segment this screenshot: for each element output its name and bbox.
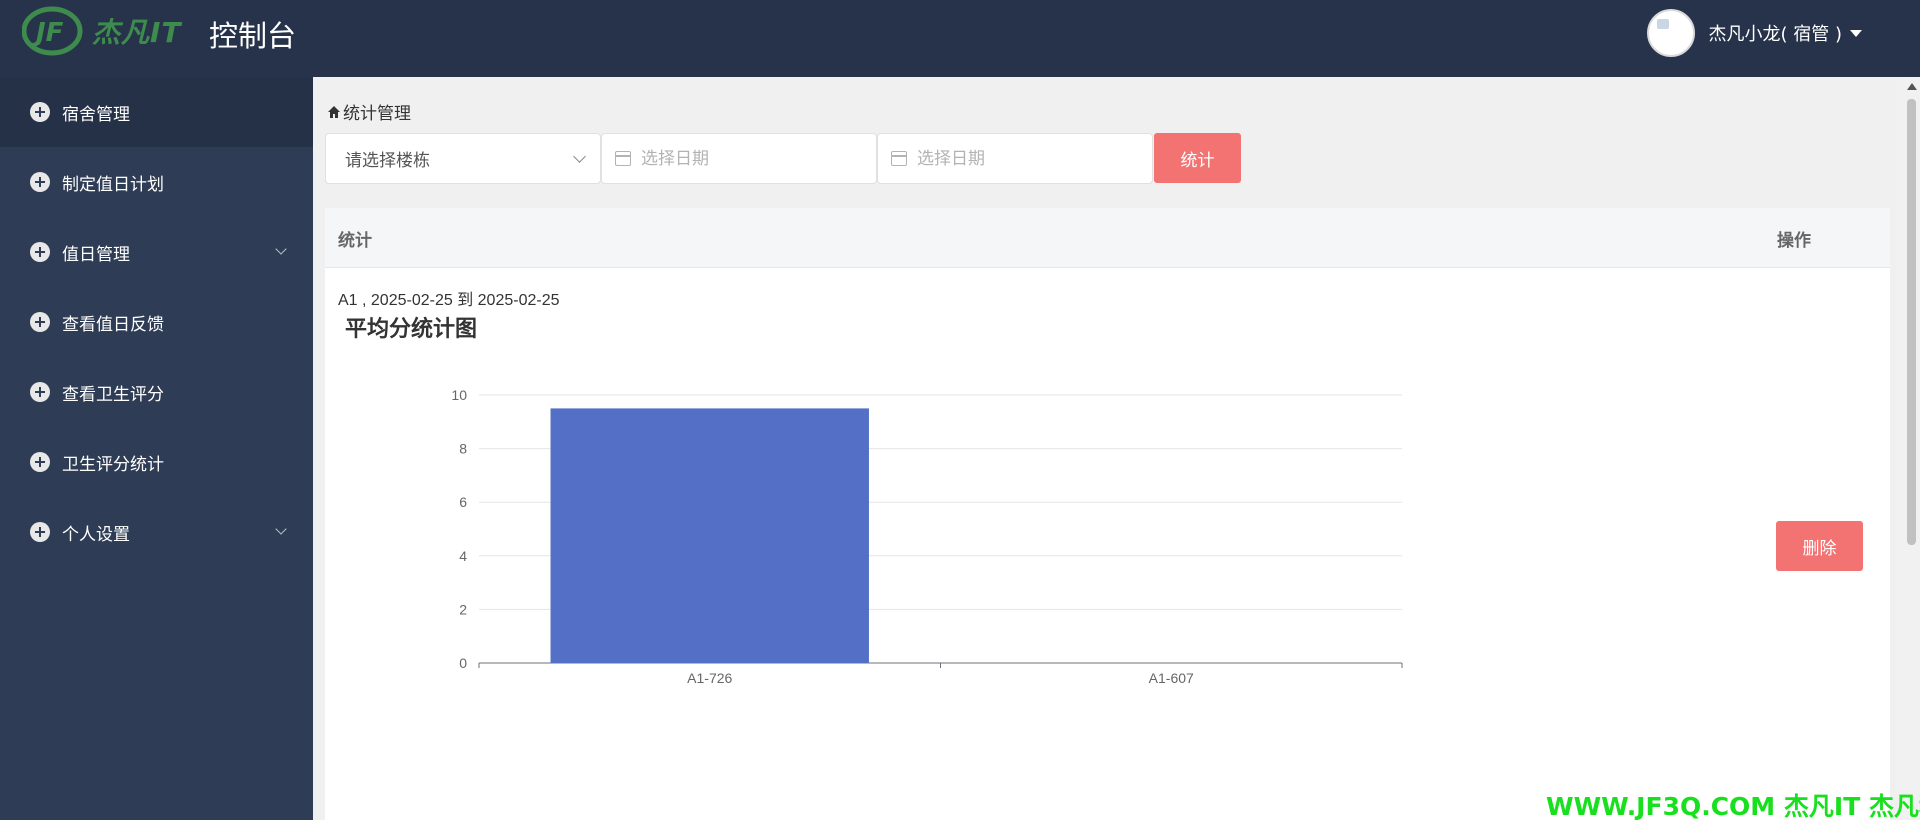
sidebar-item-label: 制定值日计划: [62, 174, 164, 195]
sidebar-item-label: 卫生评分统计: [62, 454, 164, 475]
chevron-down-icon: [573, 150, 586, 163]
user-name[interactable]: 杰凡小龙( 宿管 ): [1709, 20, 1843, 46]
plus-circle-icon: [30, 172, 50, 192]
sidebar-item-hygiene-stats[interactable]: 卫生评分统计: [0, 427, 313, 497]
scroll-up-icon[interactable]: [1907, 83, 1917, 90]
x-tick-label: A1-607: [1149, 670, 1194, 686]
sidebar: 宿舍管理 制定值日计划 值日管理 查看值日反馈 查看卫生评分 卫生评分统计 个人…: [0, 77, 313, 820]
sidebar-item-duty-feedback[interactable]: 查看值日反馈: [0, 287, 313, 357]
y-tick-label: 10: [451, 387, 467, 403]
chevron-down-icon: [275, 243, 287, 255]
watermark-text: WWW.JF3Q.COM 杰凡IT 杰凡科技: [1546, 792, 1920, 820]
sidebar-item-duty-plan[interactable]: 制定值日计划: [0, 147, 313, 217]
y-tick-label: 8: [459, 441, 467, 457]
statistics-button[interactable]: 统计: [1154, 133, 1241, 183]
plus-circle-icon: [30, 242, 50, 262]
y-tick-label: 2: [459, 601, 467, 617]
y-tick-label: 4: [459, 548, 467, 564]
plus-circle-icon: [30, 522, 50, 542]
delete-button[interactable]: 删除: [1776, 521, 1863, 571]
calendar-icon: [615, 151, 631, 166]
sidebar-item-dorm-management[interactable]: 宿舍管理: [0, 77, 313, 147]
user-menu[interactable]: 杰凡小龙( 宿管 ): [1646, 8, 1862, 58]
column-header-operation: 操作: [1777, 231, 1811, 251]
sidebar-item-hygiene-score[interactable]: 查看卫生评分: [0, 357, 313, 427]
app-logo[interactable]: JF 杰凡IT: [22, 4, 192, 58]
end-date-input[interactable]: [917, 148, 1137, 169]
plus-circle-icon: [30, 312, 50, 332]
building-select-placeholder: 请选择楼栋: [345, 151, 430, 171]
sidebar-item-label: 宿舍管理: [62, 104, 130, 125]
calendar-icon: [891, 151, 907, 166]
x-tick-label: A1-726: [687, 670, 732, 686]
y-tick-label: 0: [459, 655, 467, 671]
sidebar-item-label: 个人设置: [62, 524, 130, 545]
sidebar-item-label: 查看卫生评分: [62, 384, 164, 405]
plus-circle-icon: [30, 452, 50, 472]
sidebar-item-duty-management[interactable]: 值日管理: [0, 217, 313, 287]
jf-logo-icon: JF: [22, 6, 83, 56]
app-title: 控制台: [209, 19, 297, 53]
average-score-bar-chart: 0 2 4 6 8 10 A1-726 A1-607: [451, 387, 1403, 686]
top-header: JF 杰凡IT 控制台 杰凡小龙( 宿管 ): [0, 0, 1920, 77]
filter-bar: 请选择楼栋 统计: [325, 133, 1241, 184]
sidebar-item-label: 查看值日反馈: [62, 314, 164, 335]
building-select[interactable]: 请选择楼栋: [325, 133, 601, 184]
sidebar-item-label: 值日管理: [62, 244, 130, 265]
start-date-field[interactable]: [601, 133, 877, 184]
end-date-field[interactable]: [877, 133, 1153, 184]
plus-circle-icon: [30, 102, 50, 122]
stats-table: 统计 操作 A1 , 2025-02-25 到 2025-02-25 平均分统计…: [325, 208, 1890, 820]
start-date-input[interactable]: [641, 148, 861, 169]
bar: [550, 408, 869, 663]
sidebar-item-personal-settings[interactable]: 个人设置: [0, 497, 313, 567]
breadcrumb: 统计管理: [327, 99, 411, 124]
home-icon: [328, 105, 340, 118]
logo-text: 杰凡IT: [92, 16, 182, 49]
vertical-scrollbar[interactable]: [1903, 77, 1920, 820]
chevron-down-icon: [275, 523, 287, 535]
main-content: 统计管理 请选择楼栋 统计 统计 操作 A1 , 2025-02-25 到 20…: [313, 77, 1903, 820]
plus-circle-icon: [30, 382, 50, 402]
svg-text:JF: JF: [31, 18, 64, 48]
scrollbar-thumb[interactable]: [1907, 99, 1916, 545]
y-tick-label: 6: [459, 494, 467, 510]
caret-down-icon[interactable]: [1850, 29, 1862, 37]
breadcrumb-label: 统计管理: [343, 104, 411, 124]
avatar[interactable]: [1646, 9, 1695, 57]
